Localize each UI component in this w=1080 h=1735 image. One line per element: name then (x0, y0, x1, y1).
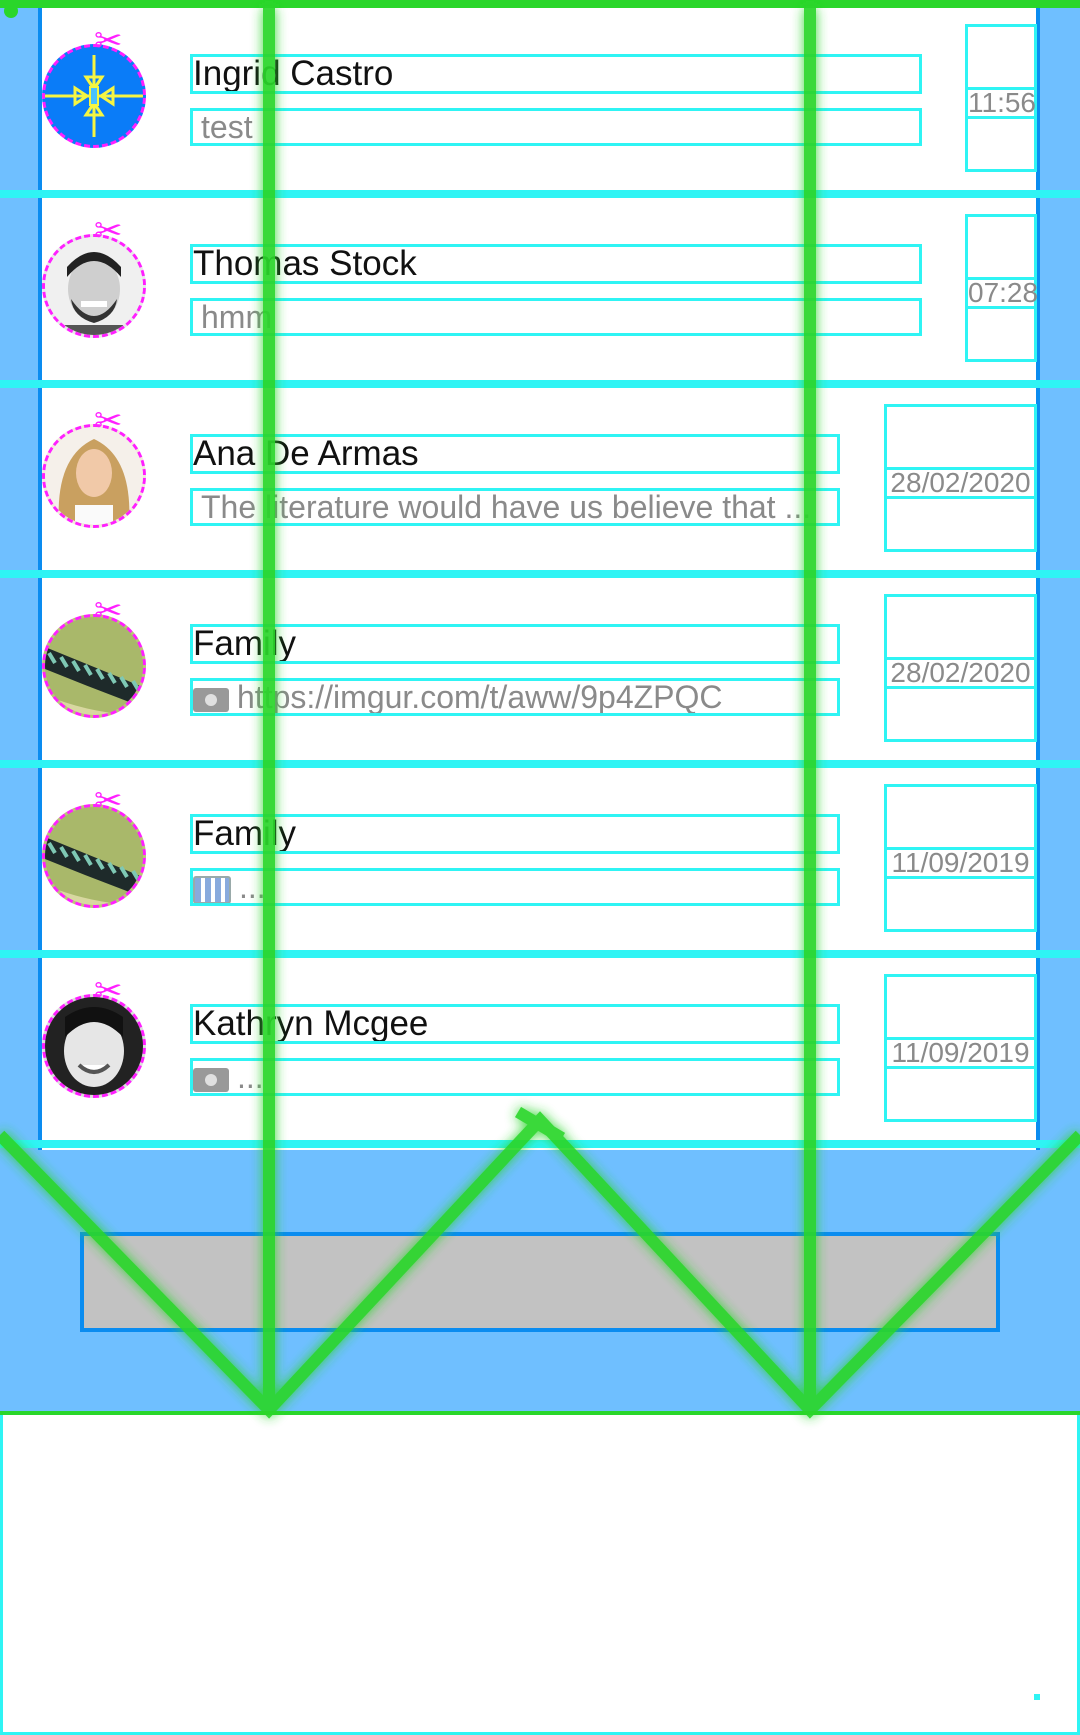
chat-list-area: ✂ Ingrid Castro test 11:56 ✂ Thomas Stoc… (0, 8, 1080, 1413)
bottom-bar[interactable] (80, 1232, 1000, 1332)
time-container: 28/02/2020 (884, 594, 1037, 742)
camera-icon (193, 687, 229, 712)
timestamp: 11:56 (965, 87, 1037, 119)
avatar[interactable]: ✂ (42, 214, 150, 342)
avatar[interactable]: ✂ (42, 404, 150, 532)
time-container: 28/02/2020 (884, 404, 1037, 552)
avatar[interactable]: ✂ (42, 594, 150, 722)
contact-name: Thomas Stock (190, 244, 922, 284)
avatar[interactable]: ✂ (42, 24, 150, 152)
scissors-icon: ✂ (94, 22, 123, 60)
top-stripe (0, 0, 1080, 8)
timestamp: 28/02/2020 (884, 657, 1037, 689)
contact-name: Ingrid Castro (190, 54, 922, 94)
scissors-icon: ✂ (94, 402, 123, 440)
time-container: 07:28 (965, 214, 1038, 362)
last-message: The literature would have us believe tha… (190, 488, 840, 526)
top-dot (4, 4, 18, 18)
last-message: test (190, 108, 922, 146)
last-message: hmm (190, 298, 922, 336)
scissors-icon: ✂ (94, 592, 123, 630)
chat-row-family-2[interactable]: ✂ Family ... 11/09/2019 (0, 768, 1080, 958)
last-message-row: ... (190, 1058, 840, 1096)
camera-icon (193, 1067, 229, 1092)
clapperboard-icon (193, 875, 231, 903)
chat-row-ingrid[interactable]: ✂ Ingrid Castro test 11:56 (0, 8, 1080, 198)
chat-row-kathryn[interactable]: ✂ Kathryn Mcgee ... 11/09/2019 (0, 958, 1080, 1148)
scissors-icon: ✂ (94, 212, 123, 250)
timestamp: 07:28 (965, 277, 1038, 309)
last-message: https://imgur.com/t/aww/9p4ZPQC (237, 679, 723, 715)
time-container: 11/09/2019 (884, 784, 1037, 932)
timestamp: 28/02/2020 (884, 467, 1037, 499)
time-container: 11/09/2019 (884, 974, 1037, 1122)
chat-row-thomas[interactable]: ✂ Thomas Stock hmm 07:28 (0, 198, 1080, 388)
timestamp: 11/09/2019 (884, 1037, 1037, 1069)
avatar[interactable]: ✂ (42, 974, 150, 1102)
empty-panel (0, 1415, 1080, 1735)
last-message: ... (239, 869, 266, 905)
scissors-icon: ✂ (94, 972, 123, 1010)
contact-name: Family (190, 814, 840, 854)
timestamp: 11/09/2019 (884, 847, 1037, 879)
chat-row-family[interactable]: ✂ Family https://imgur.com/t/aww/9p4ZPQC… (0, 578, 1080, 768)
contact-name: Ana De Armas (190, 434, 840, 474)
last-message-row: https://imgur.com/t/aww/9p4ZPQC (190, 678, 840, 716)
last-message: ... (237, 1059, 264, 1095)
scissors-icon: ✂ (94, 782, 123, 820)
contact-name: Kathryn Mcgee (190, 1004, 840, 1044)
chat-row-ana[interactable]: ✂ Ana De Armas The literature would have… (0, 388, 1080, 578)
avatar[interactable]: ✂ (42, 784, 150, 912)
time-container: 11:56 (965, 24, 1037, 172)
contact-name: Family (190, 624, 840, 664)
corner-marker (1034, 1694, 1040, 1700)
last-message-row: ... (190, 868, 840, 906)
